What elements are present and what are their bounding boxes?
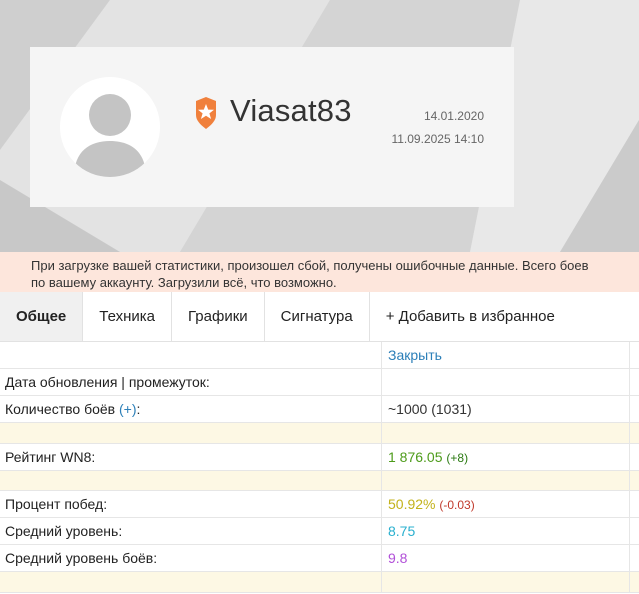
tab-charts[interactable]: Графики bbox=[172, 292, 265, 341]
alert-line-2: по вашему аккаунту. Загрузили всё, что в… bbox=[31, 275, 337, 290]
wn8-value: 1 876.05 bbox=[388, 449, 443, 465]
registration-date: 14.01.2020 bbox=[423, 109, 484, 123]
table-cell bbox=[0, 471, 382, 490]
error-alert: При загрузке вашей статистики, произошел… bbox=[0, 252, 639, 292]
update-value bbox=[382, 369, 630, 395]
table-row: Дата обновления | промежуток: bbox=[0, 369, 639, 396]
winrate-delta: (-0.03) bbox=[439, 498, 475, 512]
table-spacer-row bbox=[0, 471, 639, 491]
profile-hero: Viasat83 14.01.2020 11.09.2025 14:10 bbox=[0, 0, 639, 252]
winrate-label: Процент побед: bbox=[0, 491, 382, 517]
wn8-delta: (+8) bbox=[446, 451, 469, 465]
avg-battle-tier-value: 9.8 bbox=[388, 550, 408, 566]
table-row: Количество боёв (+): ~1000 (1031) bbox=[0, 396, 639, 423]
wn8-label: Рейтинг WN8: bbox=[0, 444, 382, 470]
table-cell: Закрыть bbox=[382, 342, 630, 368]
alert-line-1: При загрузке вашей статистики, произошел… bbox=[31, 258, 589, 273]
table-cell bbox=[0, 423, 382, 443]
avg-battle-tier-label: Средний уровень боёв: bbox=[0, 545, 382, 571]
tab-general[interactable]: Общее bbox=[0, 292, 84, 341]
battles-colon: : bbox=[136, 401, 141, 417]
battles-label: Количество боёв bbox=[5, 401, 116, 417]
table-spacer-row bbox=[0, 423, 639, 444]
winrate-value: 50.92% bbox=[388, 496, 436, 512]
avg-battle-tier-value-cell: 9.8 bbox=[382, 545, 630, 571]
winrate-value-cell: 50.92% (-0.03) bbox=[382, 491, 630, 517]
profile-card: Viasat83 14.01.2020 11.09.2025 14:10 bbox=[30, 47, 514, 207]
avg-tier-value: 8.75 bbox=[388, 523, 416, 539]
stats-table: Закрыть Дата обновления | промежуток: Ко… bbox=[0, 342, 639, 593]
table-row: Процент побед: 50.92% (-0.03) bbox=[0, 491, 639, 518]
add-favorite-button[interactable]: + Добавить в избранное bbox=[370, 292, 571, 341]
table-row: Средний уровень: 8.75 bbox=[0, 518, 639, 545]
tab-tech[interactable]: Техника bbox=[83, 292, 173, 341]
avg-tier-label: Средний уровень: bbox=[0, 518, 382, 544]
table-row: Закрыть bbox=[0, 342, 639, 369]
battles-label-cell: Количество боёв (+): bbox=[0, 396, 382, 422]
avatar[interactable] bbox=[60, 77, 160, 177]
table-row: Средний уровень боёв: 9.8 bbox=[0, 545, 639, 572]
table-cell bbox=[0, 572, 382, 592]
table-cell bbox=[382, 572, 630, 592]
username: Viasat83 bbox=[230, 93, 352, 128]
battles-value: ~1000 (1031) bbox=[382, 396, 630, 422]
table-cell bbox=[382, 423, 630, 443]
table-spacer-row bbox=[0, 572, 639, 593]
avg-tier-value-cell: 8.75 bbox=[382, 518, 630, 544]
stats-tabs: Общее Техника Графики Сигнатура + Добави… bbox=[0, 292, 639, 342]
wn8-value-cell: 1 876.05 (+8) bbox=[382, 444, 630, 470]
tab-signature[interactable]: Сигнатура bbox=[265, 292, 370, 341]
table-row: Рейтинг WN8: 1 876.05 (+8) bbox=[0, 444, 639, 471]
table-cell bbox=[0, 342, 382, 368]
battles-plus-link[interactable]: (+) bbox=[119, 401, 137, 417]
last-battle-date: 11.09.2025 14:10 bbox=[391, 132, 484, 146]
user-silhouette-icon bbox=[60, 77, 160, 177]
update-label: Дата обновления | промежуток: bbox=[0, 369, 382, 395]
star-shield-badge-icon bbox=[194, 97, 218, 129]
table-cell bbox=[382, 471, 630, 490]
close-link[interactable]: Закрыть bbox=[388, 347, 442, 363]
